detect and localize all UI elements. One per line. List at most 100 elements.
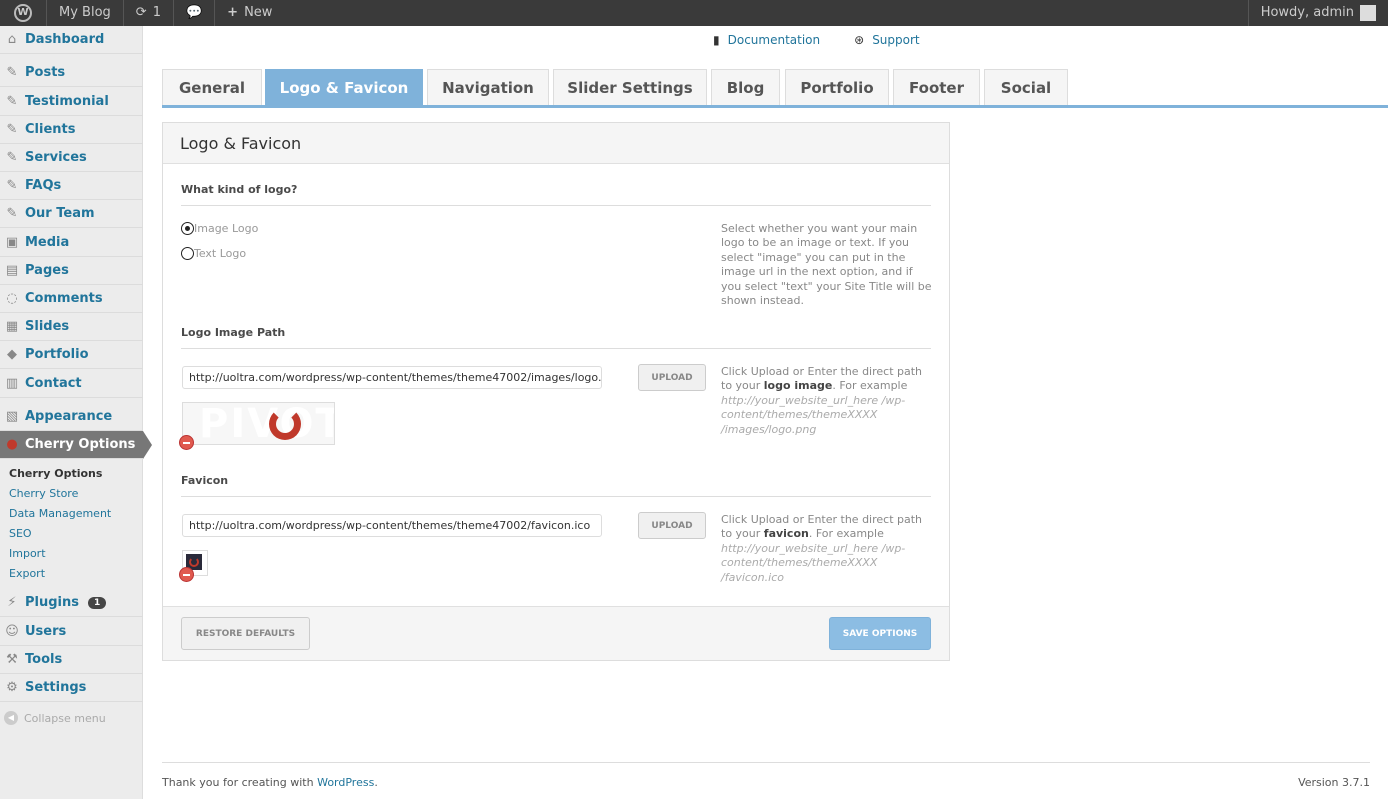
remove-logo-icon[interactable] [179, 435, 194, 450]
plugin-update-badge: 1 [88, 596, 107, 609]
panel-footer: RESTORE DEFAULTS SAVE OPTIONS [163, 606, 949, 660]
comments-link[interactable]: 💬 [174, 0, 216, 26]
sidebar-item-label: Cherry Options [25, 437, 136, 452]
cherry-icon: ● [6, 436, 18, 452]
sidebar-item-label: FAQs [25, 178, 62, 193]
updates-icon: ⟳ [135, 5, 147, 20]
home-icon: ⌂ [7, 31, 17, 47]
sidebar-item-services[interactable]: ✎ Services [0, 144, 143, 172]
save-options-button[interactable]: SAVE OPTIONS [829, 617, 931, 650]
divider [181, 496, 931, 497]
sidebar-item-faqs[interactable]: ✎ FAQs [0, 172, 143, 200]
sidebar-item-label: Media [25, 235, 70, 250]
radio-image-logo[interactable]: Image Logo [181, 222, 258, 235]
sidebar-item-label: Portfolio [25, 347, 89, 362]
logo-upload-button[interactable]: UPLOAD [638, 364, 706, 391]
sidebar-item-slides[interactable]: ▦ Slides [0, 313, 143, 341]
logo-preview-image: PIVOT [182, 402, 335, 445]
sidebar-item-comments[interactable]: ◌ Comments [0, 285, 143, 313]
collapse-menu-button[interactable]: ◀ Collapse menu [4, 711, 106, 725]
submenu-item-cherry-store[interactable]: Cherry Store [9, 487, 78, 500]
radio-button[interactable] [181, 222, 194, 235]
sidebar-item-media[interactable]: ▣ Media [0, 229, 143, 257]
sidebar-item-label: Testimonial [25, 94, 109, 109]
tab-general[interactable]: General [162, 69, 262, 105]
appearance-icon: ▧ [5, 408, 19, 424]
options-panel: Logo & Favicon What kind of logo? Image … [162, 122, 950, 661]
submenu-item-export[interactable]: Export [9, 567, 45, 580]
radio-text-logo[interactable]: Text Logo [181, 247, 246, 260]
avatar [1360, 5, 1376, 21]
sidebar-item-cherry-options[interactable]: ● Cherry Options [0, 431, 152, 459]
submenu-item-seo[interactable]: SEO [9, 527, 32, 540]
sidebar-item-testimonial[interactable]: ✎ Testimonial [0, 88, 143, 116]
submenu-item-data-management[interactable]: Data Management [9, 507, 111, 520]
tab-portfolio[interactable]: Portfolio [785, 69, 889, 105]
new-content-link[interactable]: + New [215, 0, 284, 26]
media-icon: ▣ [5, 234, 19, 250]
tab-blog[interactable]: Blog [711, 69, 780, 105]
pin-icon: ✎ [6, 149, 18, 165]
slides-icon: ▦ [5, 318, 19, 334]
sidebar-item-tools[interactable]: ⚒ Tools [0, 646, 143, 674]
divider [181, 348, 931, 349]
collapse-label: Collapse menu [24, 711, 106, 725]
logo-kind-heading: What kind of logo? [181, 183, 298, 196]
favicon-upload-button[interactable]: UPLOAD [638, 512, 706, 539]
plus-icon: + [227, 5, 239, 20]
admin-bar: W My Blog ⟳ 1 💬 + New Howdy, admin [0, 0, 1388, 26]
users-icon: ☺ [5, 623, 19, 639]
admin-menu: ⌂ Dashboard ✎ Posts ✎ Testimonial ✎ Clients ✎ Ser… [0, 26, 152, 799]
wordpress-logo-icon[interactable]: W [0, 0, 47, 26]
tab-footer[interactable]: Footer [893, 69, 980, 105]
pin-icon: ✎ [6, 93, 18, 109]
radio-label: Image Logo [194, 222, 259, 235]
sidebar-item-plugins[interactable]: ⚡ Plugins 1 [0, 589, 143, 617]
support-link[interactable]: ⊛ Support [854, 33, 920, 47]
sidebar-item-dashboard[interactable]: ⌂ Dashboard [0, 26, 143, 54]
account-menu[interactable]: Howdy, admin [1247, 0, 1388, 26]
sidebar-item-users[interactable]: ☺ Users [0, 618, 143, 646]
portfolio-icon: ◆ [7, 346, 17, 362]
logo-path-description: Click Upload or Enter the direct path to… [721, 365, 923, 436]
sidebar-item-pages[interactable]: ▤ Pages [0, 257, 143, 285]
comment-icon: 💬 [185, 5, 203, 20]
sidebar-item-label: Users [25, 624, 67, 639]
remove-favicon-icon[interactable] [179, 567, 194, 582]
radio-label: Text Logo [194, 247, 247, 260]
comment-icon: ◌ [6, 290, 18, 306]
pin-icon: ✎ [6, 64, 18, 80]
submenu-item-cherry-options[interactable]: Cherry Options [9, 467, 102, 480]
favicon-path-input[interactable]: http://uoltra.com/wordpress/wp-content/t… [182, 514, 602, 537]
sidebar-item-contact[interactable]: ▥ Contact [0, 370, 143, 398]
updates-link[interactable]: ⟳ 1 [124, 0, 174, 26]
tab-slider-settings[interactable]: Slider Settings [553, 69, 707, 105]
restore-defaults-button[interactable]: RESTORE DEFAULTS [181, 617, 310, 650]
favicon-description: Click Upload or Enter the direct path to… [721, 513, 923, 584]
logo-path-heading: Logo Image Path [181, 326, 286, 339]
panel-title: Logo & Favicon [163, 123, 949, 164]
sidebar-item-portfolio[interactable]: ◆ Portfolio [0, 341, 143, 369]
submenu-item-import[interactable]: Import [9, 547, 46, 560]
settings-icon: ⚙ [6, 679, 18, 695]
radio-button[interactable] [181, 247, 194, 260]
wordpress-link[interactable]: WordPress [317, 776, 374, 789]
tab-social[interactable]: Social [984, 69, 1068, 105]
sidebar-item-settings[interactable]: ⚙ Settings [0, 674, 143, 702]
sidebar-item-our-team[interactable]: ✎ Our Team [0, 200, 143, 228]
sidebar-item-posts[interactable]: ✎ Posts [0, 59, 143, 87]
pages-icon: ▤ [5, 262, 19, 278]
tab-logo-favicon[interactable]: Logo & Favicon [265, 69, 423, 105]
sidebar-item-clients[interactable]: ✎ Clients [0, 116, 143, 144]
sidebar-item-label: Comments [25, 291, 103, 306]
sidebar-item-label: Our Team [25, 206, 95, 221]
sidebar-item-appearance[interactable]: ▧ Appearance [0, 403, 143, 431]
refresh-logo-icon [269, 408, 301, 440]
plugin-icon: ⚡ [7, 594, 17, 610]
sidebar-item-label: Appearance [25, 409, 113, 424]
top-links: ▮ Documentation ⊛ Support [713, 33, 920, 47]
logo-path-input[interactable]: http://uoltra.com/wordpress/wp-content/t… [182, 366, 602, 389]
documentation-link[interactable]: ▮ Documentation [713, 33, 820, 47]
site-name-link[interactable]: My Blog [47, 0, 124, 26]
tab-navigation[interactable]: Navigation [427, 69, 549, 105]
